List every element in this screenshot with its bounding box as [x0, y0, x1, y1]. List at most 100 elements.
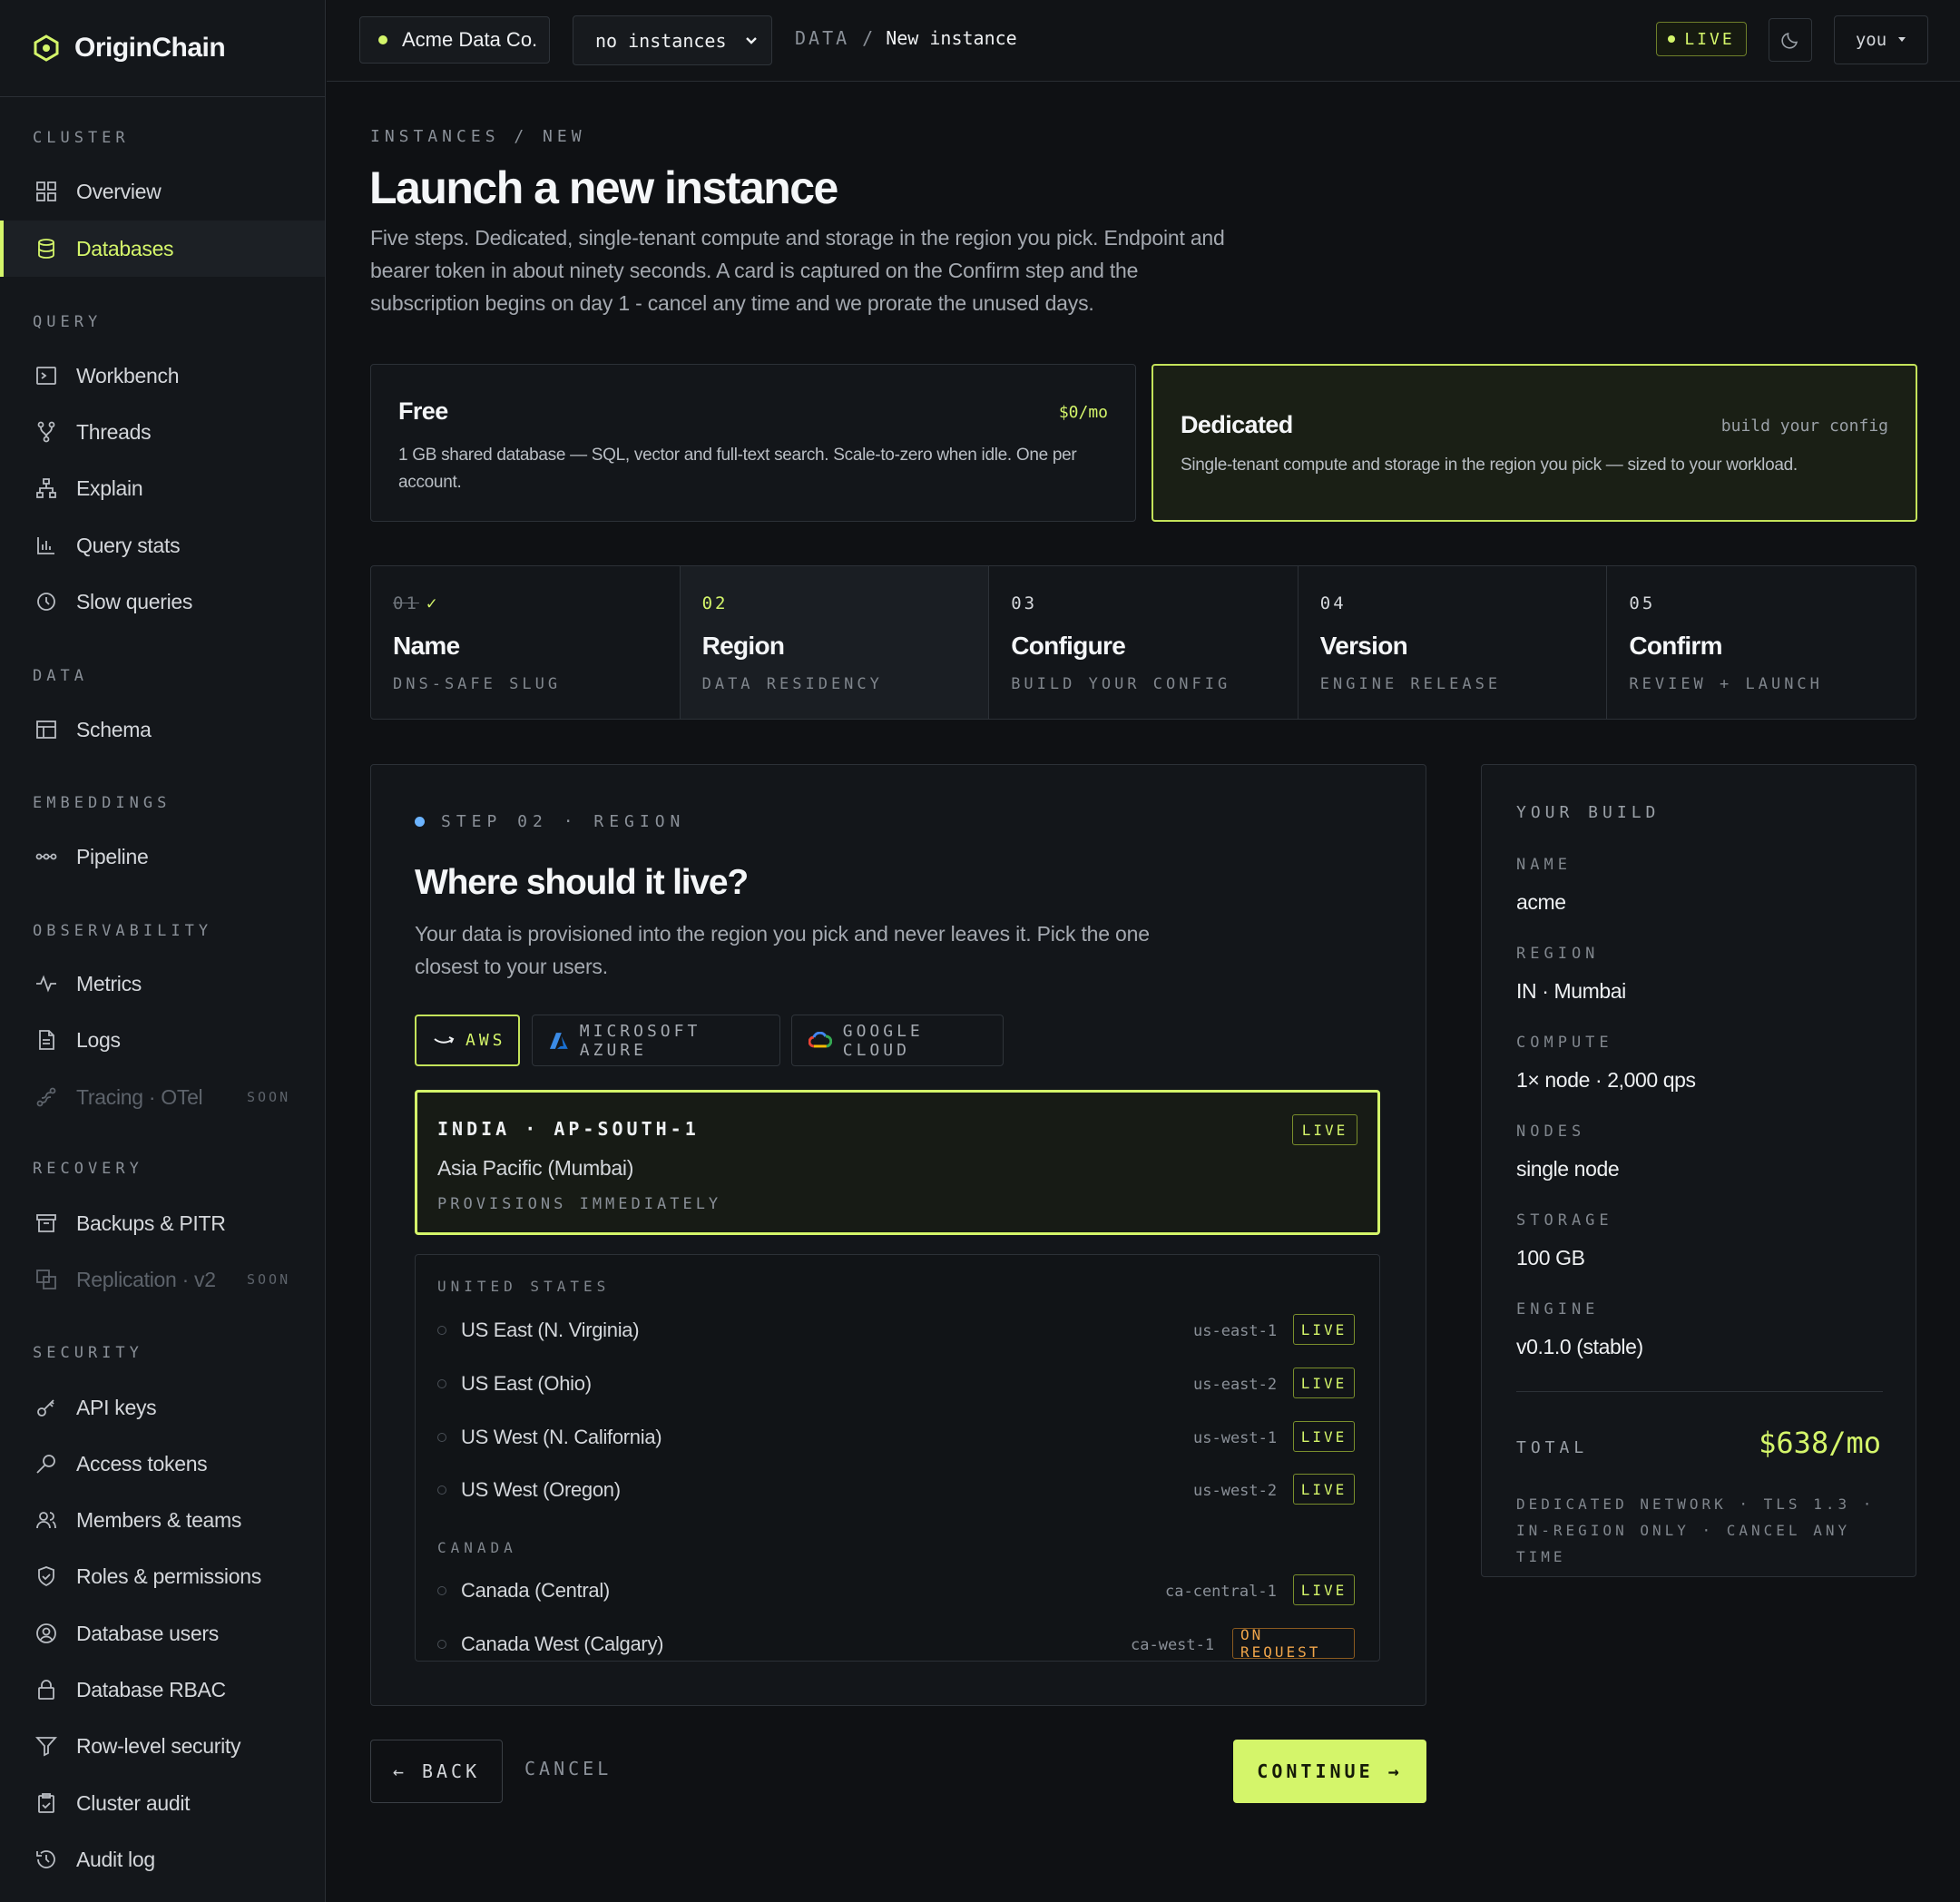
status-badge: LIVE — [1293, 1421, 1355, 1452]
region-option-ca-west-1[interactable]: Canada West (Calgary) ca-west-1 ON REQUE… — [416, 1622, 1379, 1661]
sidebar-item-members[interactable]: Members & teams — [0, 1492, 325, 1548]
status-badge: ON REQUEST — [1232, 1626, 1355, 1661]
database-icon — [38, 239, 54, 259]
summary-key-nodes: NODES — [1516, 1123, 1586, 1141]
summary-key-name: NAME — [1516, 856, 1572, 874]
file-icon — [39, 1030, 54, 1050]
breadcrumb-section[interactable]: DATA — [795, 27, 849, 49]
sidebar-item-label: Logs — [76, 1027, 121, 1052]
token-icon — [36, 1455, 55, 1474]
provider-label: MICROSOFT AZURE — [579, 1021, 701, 1060]
region-option-us-west-1[interactable]: US West (N. California) us-west-1 LIVE — [416, 1415, 1379, 1460]
region-group-label: CANADA — [437, 1539, 517, 1556]
sidebar-item-label: Replication · v2 — [76, 1267, 216, 1291]
nav-section-data: DATA — [33, 667, 88, 685]
region-option-us-east-2[interactable]: US East (Ohio) us-east-2 LIVE — [416, 1361, 1379, 1407]
nav-section-cluster: CLUSTER — [33, 129, 130, 147]
logo-hexagon-icon — [34, 34, 59, 62]
org-switcher[interactable]: Acme Data Co. — [359, 16, 550, 64]
sidebar-item-label: Database users — [76, 1621, 219, 1645]
sidebar-item-replication: Replication · v2 SOON — [0, 1251, 325, 1308]
trace-icon — [36, 1087, 56, 1107]
terminal-icon — [36, 367, 56, 385]
provider-tab-aws[interactable]: AWS — [415, 1015, 520, 1066]
sidebar-item-query-stats[interactable]: Query stats — [0, 517, 325, 574]
sidebar-item-backups[interactable]: Backups & PITR — [0, 1195, 325, 1251]
plan-card-free[interactable]: Free $0/mo 1 GB shared database — SQL, v… — [370, 364, 1136, 522]
sidebar-item-database-users[interactable]: Database users — [0, 1605, 325, 1662]
region-option-us-west-2[interactable]: US West (Oregon) us-west-2 LIVE — [416, 1467, 1379, 1513]
sidebar-item-overview[interactable]: Overview — [0, 163, 325, 220]
sidebar-item-database-rbac[interactable]: Database RBAC — [0, 1662, 325, 1718]
sidebar-item-databases[interactable]: Databases — [0, 221, 325, 277]
sidebar-item-label: Backups & PITR — [76, 1211, 226, 1235]
theme-toggle-button[interactable] — [1769, 18, 1812, 62]
status-badge: LIVE — [1292, 1114, 1357, 1145]
brand[interactable]: OriginChain — [0, 0, 325, 97]
radio-icon — [437, 1485, 446, 1495]
summary-value-name: acme — [1516, 890, 1566, 914]
back-button[interactable]: ← BACK — [370, 1740, 503, 1803]
step-configure[interactable]: 03 Configure BUILD YOUR CONFIG — [989, 566, 1298, 719]
plan-card-dedicated[interactable]: Dedicated build your config Single-tenan… — [1152, 364, 1917, 522]
provider-tab-azure[interactable]: MICROSOFT AZURE — [532, 1015, 780, 1066]
radio-icon — [437, 1586, 446, 1595]
region-group-label: UNITED STATES — [437, 1278, 611, 1295]
step-number: 01 ✓ — [393, 593, 680, 615]
sidebar-item-workbench[interactable]: Workbench — [0, 348, 325, 404]
instance-select[interactable]: no instances — [573, 15, 772, 65]
google-cloud-icon — [808, 1031, 832, 1047]
soon-badge: SOON — [247, 1271, 291, 1288]
sidebar-item-row-level-security[interactable]: Row-level security — [0, 1718, 325, 1774]
user-menu-button[interactable]: you — [1834, 15, 1928, 64]
divider — [1516, 1391, 1883, 1392]
step-number: 02 — [701, 593, 729, 613]
brand-name: OriginChain — [74, 33, 226, 63]
step-title: Configure — [1011, 632, 1126, 660]
step-indicator-dot — [415, 817, 425, 827]
sidebar-item-pipeline[interactable]: Pipeline — [0, 828, 325, 885]
sidebar-item-access-tokens[interactable]: Access tokens — [0, 1436, 325, 1492]
region-option-ca-central-1[interactable]: Canada (Central) ca-central-1 LIVE — [416, 1568, 1379, 1613]
region-id: us-east-1 — [1193, 1322, 1278, 1340]
key-icon — [37, 1399, 54, 1417]
sidebar-item-label: Metrics — [76, 971, 142, 995]
cancel-button[interactable]: CANCEL — [524, 1758, 612, 1779]
live-dot — [1668, 35, 1676, 43]
sidebar-item-schema[interactable]: Schema — [0, 701, 325, 758]
summary-key-engine: ENGINE — [1516, 1300, 1600, 1319]
region-code: INDIA · AP-SOUTH-1 — [437, 1118, 700, 1140]
sidebar-item-api-keys[interactable]: API keys — [0, 1379, 325, 1436]
sidebar-item-cluster-audit[interactable]: Cluster audit — [0, 1775, 325, 1831]
step-region[interactable]: 02 Region DATA RESIDENCY — [680, 566, 990, 719]
summary-key-region: REGION — [1516, 945, 1600, 963]
archive-icon — [36, 1214, 56, 1232]
step-name[interactable]: 01 ✓ Name DNS-SAFE SLUG — [371, 566, 681, 719]
region-option-name: US East (N. Virginia) — [461, 1319, 640, 1341]
summary-value-region: IN · Mumbai — [1516, 979, 1626, 1003]
sidebar-item-metrics[interactable]: Metrics — [0, 956, 325, 1012]
selected-region-card[interactable]: INDIA · AP-SOUTH-1 Asia Pacific (Mumbai)… — [415, 1090, 1380, 1235]
sidebar-item-audit-log[interactable]: Audit log — [0, 1831, 325, 1887]
sidebar-item-label: API keys — [76, 1395, 157, 1419]
sidebar-item-slow-queries[interactable]: Slow queries — [0, 574, 325, 630]
sidebar-item-label: Members & teams — [76, 1507, 242, 1532]
sidebar-item-logs[interactable]: Logs — [0, 1012, 325, 1068]
sidebar-item-explain[interactable]: Explain — [0, 460, 325, 516]
sidebar-item-roles[interactable]: Roles & permissions — [0, 1548, 325, 1604]
step-version[interactable]: 04 Version ENGINE RELEASE — [1298, 566, 1608, 719]
summary-value-compute: 1× node · 2,000 qps — [1516, 1068, 1696, 1092]
step-number: 04 — [1319, 593, 1347, 613]
check-icon: ✓ — [426, 593, 440, 613]
continue-button[interactable]: CONTINUE → — [1233, 1740, 1426, 1803]
sidebar-item-threads[interactable]: Threads — [0, 404, 325, 460]
breadcrumb: DATA / New instance — [795, 27, 1017, 49]
region-id: us-west-2 — [1193, 1482, 1278, 1500]
region-option-us-east-1[interactable]: US East (N. Virginia) us-east-1 LIVE — [416, 1308, 1379, 1353]
region-id: ca-west-1 — [1131, 1636, 1215, 1654]
step-confirm[interactable]: 05 Confirm REVIEW + LAUNCH — [1607, 566, 1916, 719]
plan-price: build your config — [1720, 417, 1888, 436]
summary-value-nodes: single node — [1516, 1157, 1620, 1181]
provider-tab-google-cloud[interactable]: GOOGLE CLOUD — [791, 1015, 1004, 1066]
stepper: 01 ✓ Name DNS-SAFE SLUG 02 Region DATA RE… — [370, 565, 1916, 720]
